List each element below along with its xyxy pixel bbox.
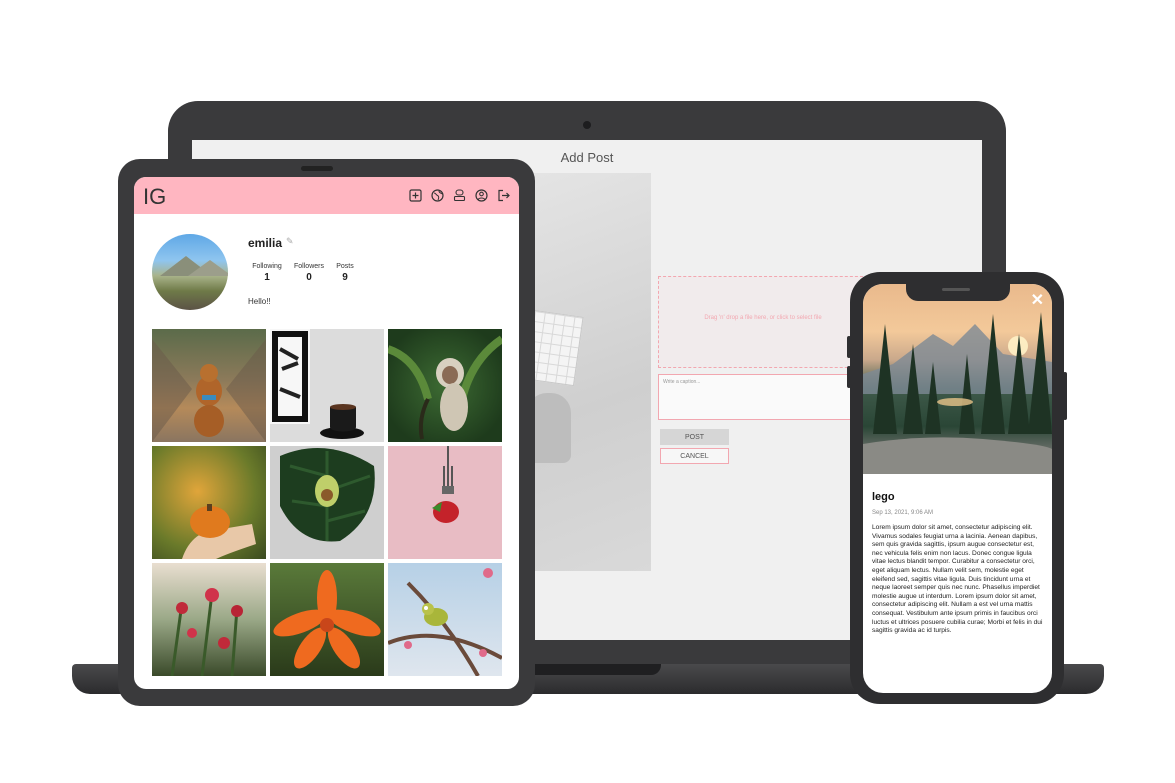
tablet-screen: IG emilia ✎ Following 1 Followers 0 Post… bbox=[134, 177, 519, 689]
post-thumbnail-dog-on-bridge[interactable] bbox=[152, 329, 266, 442]
post-date: Sep 13, 2021, 9:06 AM bbox=[872, 510, 934, 516]
stat-followers[interactable]: Followers 0 bbox=[290, 263, 328, 283]
post-thumbnail-bird-on-branch[interactable] bbox=[388, 563, 502, 676]
profile-bio: Hello!! bbox=[248, 297, 271, 306]
app-header: IG bbox=[134, 177, 519, 214]
add-post-icon[interactable] bbox=[409, 189, 422, 202]
stat-label: Posts bbox=[336, 263, 354, 270]
stat-following[interactable]: Following 1 bbox=[248, 263, 286, 283]
post-thumbnail-red-flowers[interactable] bbox=[152, 563, 266, 676]
stat-value: 0 bbox=[306, 272, 312, 283]
logout-icon[interactable] bbox=[497, 189, 510, 202]
stat-posts[interactable]: Posts 9 bbox=[332, 263, 358, 283]
post-thumbnail-strawberry-on-fork[interactable] bbox=[388, 446, 502, 559]
post-thumbnail-coffee-cup[interactable] bbox=[270, 329, 384, 442]
phone-screen: ✕ lego Sep 13, 2021, 9:06 AM Lorem ipsum… bbox=[863, 284, 1052, 693]
file-drop-zone[interactable]: Drag 'n' drop a file here, or click to s… bbox=[658, 276, 868, 368]
laptop-camera bbox=[583, 121, 591, 129]
phone-speaker bbox=[942, 288, 970, 291]
post-button[interactable]: POST bbox=[660, 429, 729, 445]
profile-icon[interactable] bbox=[475, 189, 488, 202]
caption-input[interactable]: Write a caption... bbox=[658, 374, 858, 420]
post-thumbnail-orange-lily[interactable] bbox=[270, 563, 384, 676]
globe-icon[interactable] bbox=[431, 189, 444, 202]
stat-label: Followers bbox=[294, 263, 324, 270]
avatar-mountain-secondary bbox=[188, 260, 228, 276]
cancel-button[interactable]: CANCEL bbox=[660, 448, 729, 464]
caption-placeholder: Write a caption... bbox=[663, 379, 701, 385]
post-photo: ✕ bbox=[863, 284, 1052, 474]
close-icon[interactable]: ✕ bbox=[1031, 290, 1044, 310]
post-body: Lorem ipsum dolor sit amet, consectetur … bbox=[872, 524, 1043, 635]
stat-value: 1 bbox=[264, 272, 270, 283]
post-thumbnail-monkey[interactable] bbox=[388, 329, 502, 442]
phone-notch bbox=[906, 284, 1010, 301]
post-grid bbox=[152, 329, 502, 679]
avatar[interactable] bbox=[152, 234, 228, 310]
post-thumbnail-avocado-on-leaf[interactable] bbox=[270, 446, 384, 559]
device-mockup-stage: Add Post Drag 'n' drop a file here, or c… bbox=[0, 0, 1175, 783]
edit-pencil-icon[interactable]: ✎ bbox=[286, 236, 294, 247]
post-thumbnail-pumpkin-in-hand[interactable] bbox=[152, 446, 266, 559]
app-logo[interactable]: IG bbox=[143, 184, 166, 210]
stat-label: Following bbox=[252, 263, 282, 270]
stat-value: 9 bbox=[342, 272, 348, 283]
post-title: lego bbox=[872, 491, 895, 503]
tablet-camera bbox=[301, 166, 333, 171]
laptop-notch bbox=[515, 664, 661, 675]
profile-username: emilia bbox=[248, 236, 283, 250]
users-icon[interactable] bbox=[453, 189, 466, 202]
drop-zone-text: Drag 'n' drop a file here, or click to s… bbox=[704, 315, 822, 321]
